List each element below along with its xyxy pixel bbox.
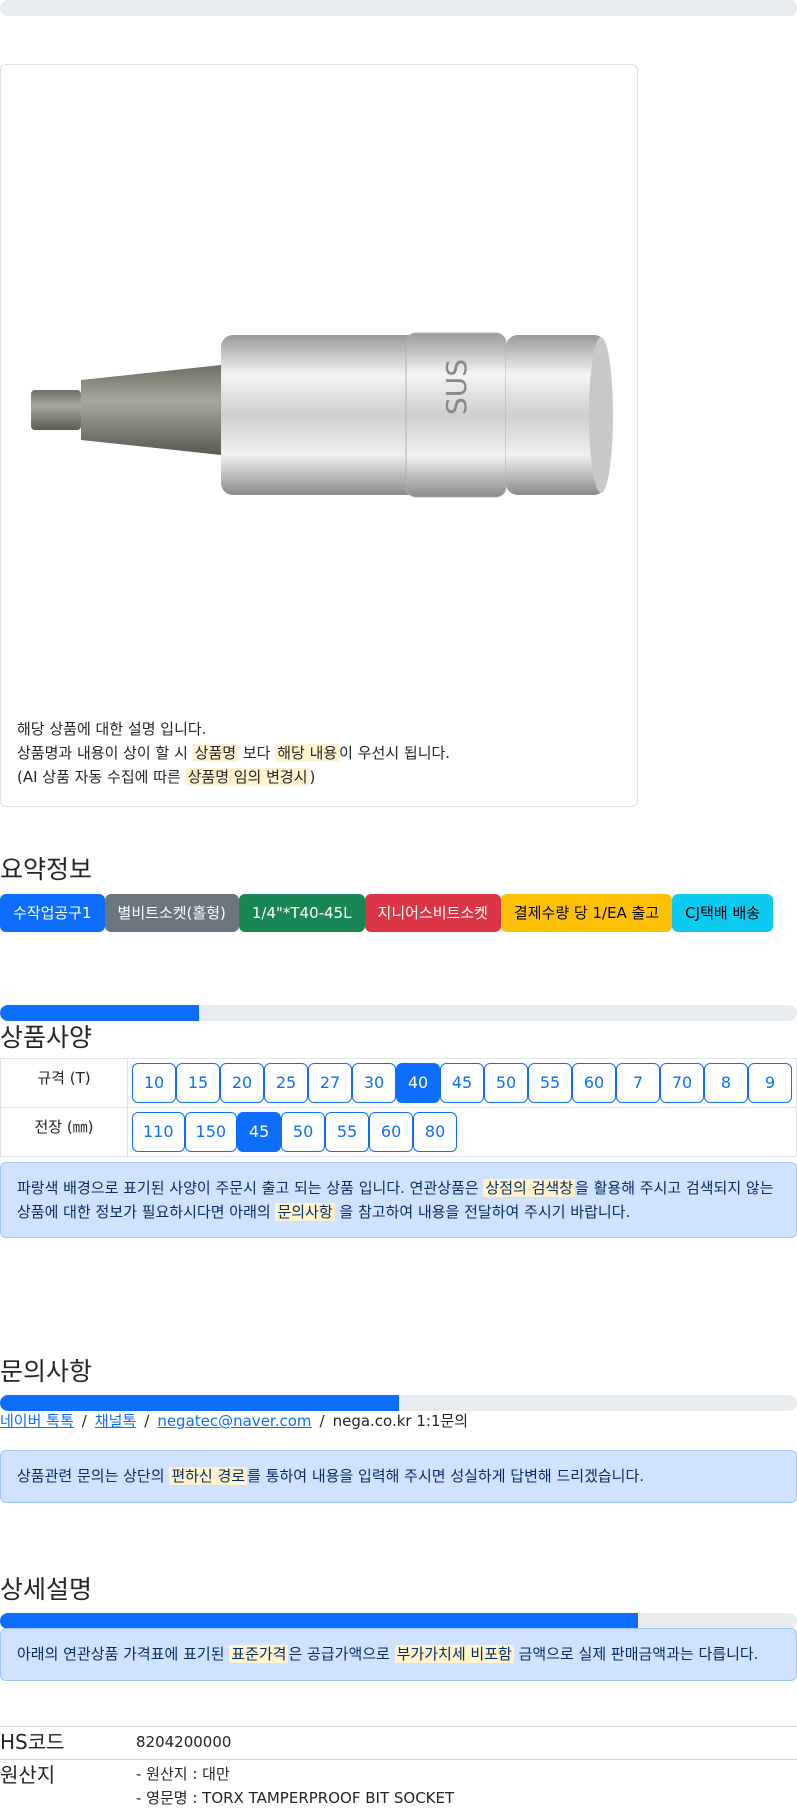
hs-code-value: 8204200000 — [136, 1733, 232, 1751]
spec-option-button[interactable]: 60 — [572, 1063, 616, 1103]
spec-notice: 파랑색 배경으로 표기된 사양이 주문시 출고 되는 상품 입니다. 연관상품은… — [0, 1162, 797, 1238]
summary-badge: CJ택배 배송 — [672, 894, 774, 932]
inquiry-title: 문의사항 — [0, 1357, 93, 1386]
spec-option-button[interactable]: 80 — [413, 1112, 458, 1152]
spec-option-button[interactable]: 50 — [281, 1112, 326, 1152]
inquiry-notice: 상품관련 문의는 상단의 편하신 경로 를 통하여 내용을 입력해 주시면 성실하… — [0, 1450, 797, 1503]
spec-option-button[interactable]: 60 — [369, 1112, 414, 1152]
inquiry-links: 네이버 톡톡 / 채널톡 / negatec@naver.com / nega.co.kr … — [0, 1412, 469, 1430]
spec-option-button[interactable]: 10 — [132, 1063, 176, 1103]
spec-option-button[interactable]: 7 — [616, 1063, 660, 1103]
summary-badge: 수작업공구1 — [0, 894, 105, 932]
origin-label: 원산지 — [0, 1763, 56, 1787]
spec-progress — [0, 1005, 797, 1021]
summary-badge: 결제수량 당 1/EA 출고 — [500, 894, 673, 932]
summary-title: 요약정보 — [0, 855, 93, 884]
spec-option-button[interactable]: 20 — [220, 1063, 264, 1103]
summary-badges: 수작업공구1 별비트소켓(홀형) 1/4"*T40-45L 지니어스비트소켓 결제수량 … — [0, 894, 774, 932]
svg-text:SUS: SUS — [440, 359, 473, 415]
spec-row-length: 전장 (㎜) 110 150 45 50 55 60 80 — [0, 1107, 797, 1157]
spec-option-button[interactable]: 9 — [748, 1063, 792, 1103]
product-image: SUS — [31, 332, 613, 498]
spec-option-button[interactable]: 55 — [325, 1112, 370, 1152]
spec-option-button[interactable]: 70 — [660, 1063, 704, 1103]
inquiry-progress — [0, 1395, 797, 1411]
spec-option-button[interactable]: 110 — [132, 1112, 185, 1152]
spec-option-button[interactable]: 27 — [308, 1063, 352, 1103]
email-link[interactable]: negatec@naver.com — [157, 1412, 311, 1430]
spec-option-button[interactable]: 45 — [237, 1112, 282, 1152]
detail-progress — [0, 1613, 797, 1629]
note-line-2: 상품명과 내용이 상이 할 시 상품명 보다 해당 내용 이 우선시 됩니다. — [17, 744, 451, 762]
spec-option-button[interactable]: 25 — [264, 1063, 308, 1103]
spec-options-length: 110 150 45 50 55 60 80 — [132, 1112, 792, 1152]
spec-option-button[interactable]: 50 — [484, 1063, 528, 1103]
spec-label-length: 전장 (㎜) — [0, 1107, 128, 1157]
note-line-3: (AI 상품 자동 수집에 따른 상품명 임의 변경시) — [17, 768, 316, 786]
spec-option-button[interactable]: 30 — [352, 1063, 396, 1103]
summary-badge: 지니어스비트소켓 — [364, 894, 501, 932]
spec-row-size: 규격 (T) 10 15 20 25 27 30 40 45 50 55 60 7 70 8 9 — [0, 1058, 797, 1108]
product-notes: 해당 상품에 대한 설명 입니다. 상품명과 내용이 상이 할 시 상품명 보다… — [17, 717, 450, 789]
product-card: SUS 해당 상품에 대한 설명 입니다. 상품명과 내용이 상이 할 시 상품… — [0, 64, 638, 807]
spec-option-button[interactable]: 40 — [396, 1063, 440, 1103]
spec-option-button[interactable]: 45 — [440, 1063, 484, 1103]
note-line-1: 해당 상품에 대한 설명 입니다. — [17, 720, 207, 738]
channel-talk-link[interactable]: 채널톡 — [95, 1412, 136, 1430]
spec-option-button[interactable]: 150 — [184, 1112, 238, 1152]
spec-option-button[interactable]: 55 — [528, 1063, 572, 1103]
spec-option-button[interactable]: 15 — [176, 1063, 220, 1103]
naver-talk-link[interactable]: 네이버 톡톡 — [0, 1412, 74, 1430]
origin-line-1: - 원산지 : 대만 — [136, 1765, 230, 1783]
origin-value: - 원산지 : 대만 - 영문명 : TORX TAMPERPROOF BIT … — [136, 1762, 454, 1810]
top-progress-bar — [0, 0, 797, 16]
origin-row: 원산지 - 원산지 : 대만 - 영문명 : TORX TAMPERPROOF … — [0, 1759, 797, 1809]
spec-table: 규격 (T) 10 15 20 25 27 30 40 45 50 55 60 7 70 8 9 전장 (㎜… — [0, 1058, 797, 1157]
hs-code-row: HS코드 8204200000 — [0, 1726, 797, 1760]
detail-notice: 아래의 연관상품 가격표에 표기된 표준가격 은 공급가액으로 부가가치세 비포함… — [0, 1628, 797, 1681]
hs-code-label: HS코드 — [0, 1730, 65, 1754]
summary-badge: 1/4"*T40-45L — [238, 894, 365, 932]
origin-line-2: - 영문명 : TORX TAMPERPROOF BIT SOCKET — [136, 1789, 455, 1807]
spec-option-button[interactable]: 8 — [704, 1063, 748, 1103]
spec-label-size: 규격 (T) — [0, 1058, 128, 1108]
spec-title: 상품사양 — [0, 1023, 93, 1052]
detail-title: 상세설명 — [0, 1575, 93, 1604]
spec-options-size: 10 15 20 25 27 30 40 45 50 55 60 7 70 8 9 — [132, 1063, 792, 1103]
site-inquiry-link[interactable]: nega.co.kr 1:1문의 — [333, 1412, 469, 1430]
summary-badge: 별비트소켓(홀형) — [104, 894, 239, 932]
